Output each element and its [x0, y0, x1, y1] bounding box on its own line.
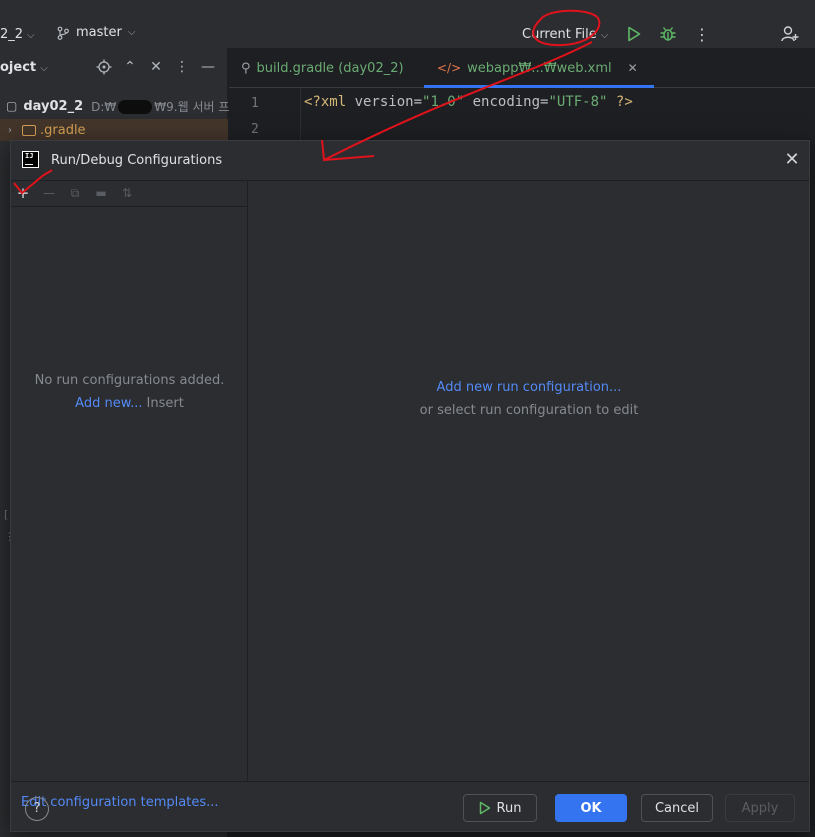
line-gutter: 1 2 — [229, 88, 301, 148]
run-icon — [479, 801, 490, 815]
expand-all-icon[interactable]: ⌃ — [122, 59, 138, 75]
close-tab-icon[interactable]: ✕ — [628, 61, 638, 75]
project-name: 2_2 — [0, 27, 24, 42]
xml-file-icon: </> — [437, 61, 462, 75]
gradle-icon: ⚲ — [241, 60, 251, 76]
redaction-scribble — [118, 100, 153, 114]
config-toolbar: + — ⧉ ▬ ⇅ — [11, 181, 248, 207]
intellij-logo-icon: IJ — [22, 151, 39, 168]
add-new-link[interactable]: Add new... — [75, 396, 142, 411]
dialog-footer: ? Run OK Cancel Apply — [11, 781, 809, 831]
run-config-selector[interactable]: Current File ⌵ — [522, 27, 608, 42]
close-icon[interactable]: ✕ — [783, 151, 801, 169]
git-branch-icon — [57, 26, 69, 40]
minimize-icon[interactable]: — — [200, 59, 216, 75]
tab-web-xml[interactable]: </> webapp₩...₩web.xml ✕ — [424, 48, 654, 88]
project-panel-header[interactable]: oject ⌵ — [0, 60, 48, 75]
copy-icon[interactable]: ⧉ — [67, 185, 83, 201]
cancel-button[interactable]: Cancel — [641, 794, 713, 822]
chevron-down-icon: ⌵ — [127, 27, 136, 38]
hidden-row-fragment: [ — [4, 508, 9, 521]
project-selector[interactable]: 2_2 ⌵ — [0, 27, 35, 42]
config-list-pane: + — ⧉ ▬ ⇅ No run configurations added. A… — [11, 181, 248, 810]
tab-label: webapp₩...₩web.xml — [467, 60, 612, 76]
dialog-title: Run/Debug Configurations — [51, 153, 223, 168]
add-icon[interactable]: + — [15, 185, 31, 201]
line-number: 2 — [251, 122, 259, 137]
select-config-hint: or select run configuration to edit — [419, 403, 639, 418]
tree-item-gradle[interactable]: › .gradle — [0, 119, 228, 141]
main-toolbar: 2_2 ⌵ master ⌵ Current File ⌵ ⋮ — [0, 0, 815, 48]
run-config-label: Current File — [522, 27, 597, 42]
more-options-icon[interactable]: ⋮ — [174, 59, 190, 75]
run-button[interactable]: Run — [463, 794, 537, 822]
run-icon[interactable] — [625, 25, 643, 43]
tab-label: build.gradle (day02_2) — [256, 60, 404, 76]
project-panel-title: oject — [0, 60, 37, 75]
branch-name: master — [76, 25, 122, 40]
run-button-label: Run — [496, 800, 522, 816]
editor-tabs: ⚲ build.gradle (day02_2) </> webapp₩...₩… — [229, 48, 815, 88]
collapse-all-icon[interactable]: ✕ — [148, 59, 164, 75]
add-run-config-link-row: Add new run configuration... — [249, 380, 809, 395]
ok-button[interactable]: OK — [555, 794, 627, 822]
help-button[interactable]: ? — [25, 797, 49, 821]
locate-icon[interactable] — [96, 59, 112, 75]
apply-button[interactable]: Apply — [725, 794, 795, 822]
branch-selector[interactable]: master ⌵ — [56, 25, 135, 40]
tree-item-label: .gradle — [40, 122, 86, 138]
remove-icon[interactable]: — — [41, 185, 57, 201]
tree-item-root[interactable]: ▢ day02_2 D:₩ ₩9.웹 서버 프 — [0, 95, 230, 117]
shortcut-hint: Insert — [146, 396, 184, 411]
more-options-icon[interactable]: ⋮ — [693, 25, 711, 44]
add-run-config-link[interactable]: Add new run configuration... — [437, 380, 622, 395]
chevron-right-icon[interactable]: › — [8, 125, 12, 136]
folder-icon — [22, 124, 36, 136]
sort-icon[interactable]: ⇅ — [119, 185, 135, 201]
code-line[interactable]: <?xml version="1.0" encoding="UTF-8" ?> — [304, 94, 633, 110]
chevron-down-icon: ⌵ — [40, 63, 48, 74]
config-detail-pane: Add new run configuration... or select r… — [249, 181, 809, 781]
chevron-down-icon: ⌵ — [600, 30, 609, 41]
run-debug-dialog: IJ Run/Debug Configurations ✕ + — ⧉ ▬ ⇅ … — [10, 140, 810, 832]
line-number: 1 — [251, 96, 259, 111]
add-user-icon[interactable] — [781, 25, 799, 43]
debug-icon[interactable] — [659, 25, 677, 43]
tab-build-gradle[interactable]: ⚲ build.gradle (day02_2) — [241, 48, 404, 88]
dialog-titlebar[interactable]: IJ Run/Debug Configurations ✕ — [11, 141, 809, 181]
tree-item-path: D:₩ ₩9.웹 서버 프 — [91, 99, 230, 114]
module-folder-icon: ▢ — [6, 99, 18, 113]
tree-item-label: day02_2 — [23, 98, 84, 114]
add-new-row: Add new... Insert — [11, 396, 248, 411]
new-folder-icon[interactable]: ▬ — [93, 185, 109, 201]
empty-list-message: No run configurations added. — [34, 373, 225, 388]
chevron-down-icon: ⌵ — [27, 30, 35, 41]
